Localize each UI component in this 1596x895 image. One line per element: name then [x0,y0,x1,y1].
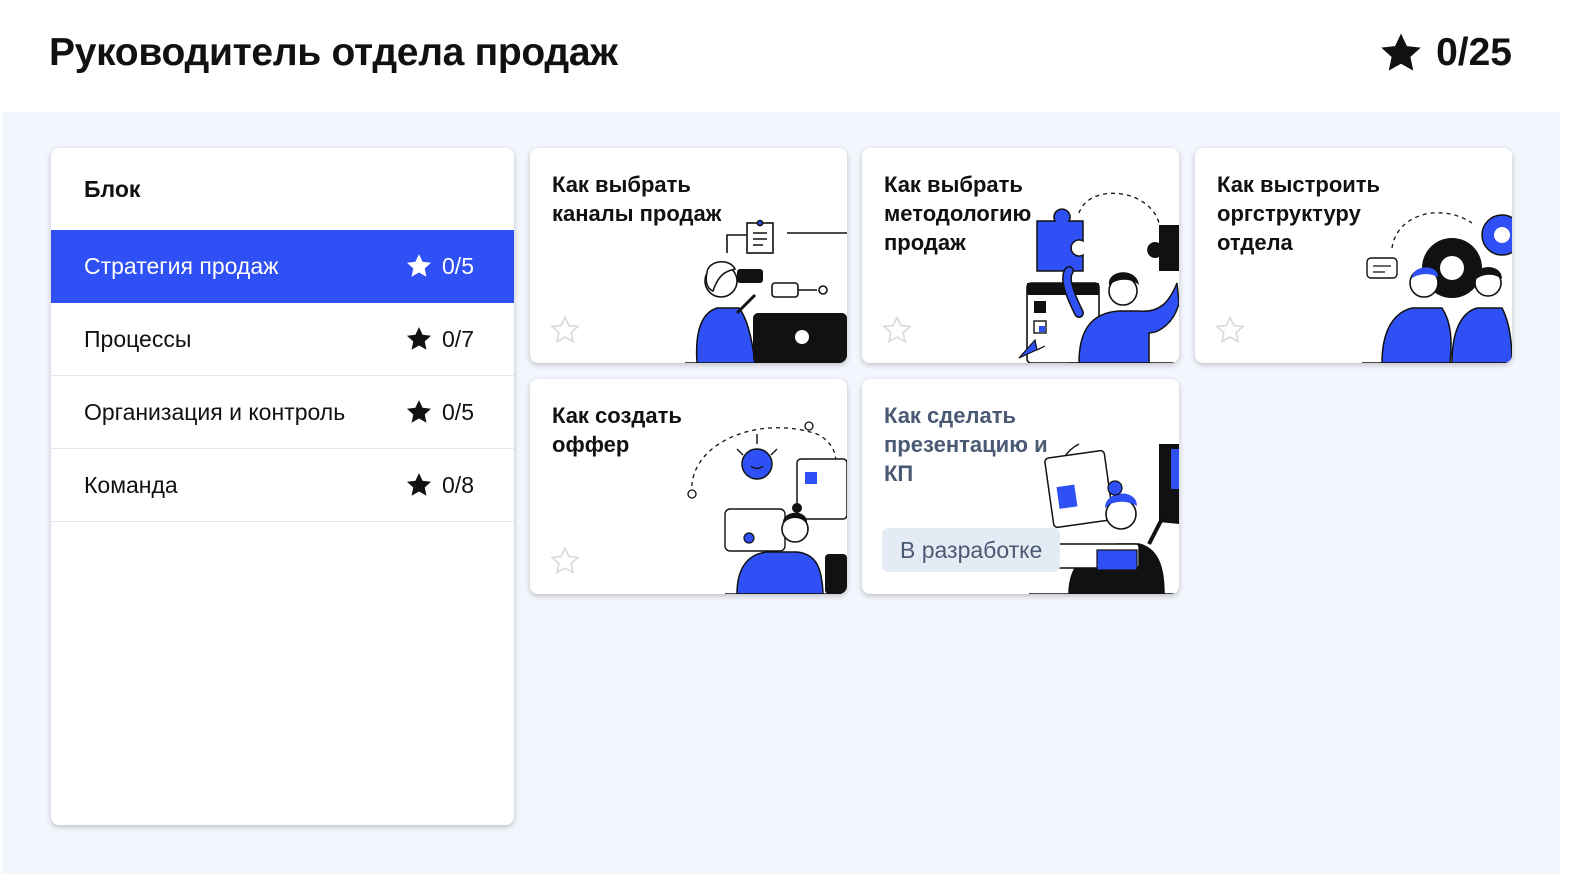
sidebar-item-sales-strategy[interactable]: Стратегия продаж 0/5 [51,230,514,303]
lesson-card-sales-channels[interactable]: Как выбрать каналы продаж [530,148,847,363]
score-value: 0/8 [442,471,474,498]
card-title: Как выбрать методологию продаж [884,172,1032,255]
card-title: Как выбрать каналы продаж [552,172,722,226]
star-icon [406,254,432,277]
star-icon [406,327,432,350]
outline-star-icon[interactable] [550,315,580,345]
sidebar-item-label: Организация и контроль [84,398,346,425]
lesson-card-presentation[interactable]: Как сделать презентацию и КП В разработк… [862,379,1179,594]
sidebar-item-score: 0/8 [405,471,474,499]
card-title: Как выстроить оргструктуру отдела [1217,172,1381,255]
total-progress-value: 0/25 [1436,31,1512,74]
sidebar: Блок Стратегия продаж 0/5 Процессы 0/7 О… [51,148,514,825]
in-development-badge: В разработке [882,528,1061,572]
sidebar-heading: Блок [84,175,141,202]
sidebar-item-team[interactable]: Команда 0/8 [51,449,514,522]
sidebar-item-label: Процессы [84,325,192,352]
sidebar-item-label: Команда [84,471,178,498]
lesson-card-offer[interactable]: Как создать оффер [530,379,847,594]
lesson-card-sales-methodology[interactable]: Как выбрать методологию продаж [862,148,1179,363]
outline-star-icon[interactable] [882,315,912,345]
card-title: Как сделать презентацию и КП [884,403,1048,486]
outline-star-icon[interactable] [1215,315,1245,345]
score-value: 0/5 [442,252,474,279]
sidebar-item-organization-control[interactable]: Организация и контроль 0/5 [51,376,514,449]
card-title: Как создать оффер [552,403,682,457]
sidebar-item-score: 0/5 [405,398,474,426]
sidebar-item-score: 0/5 [405,252,474,280]
score-value: 0/5 [442,398,474,425]
sidebar-item-label: Стратегия продаж [84,252,279,279]
star-icon [406,473,432,496]
star-icon [406,400,432,423]
top-header: Руководитель отдела продаж 0/25 [0,0,1596,112]
sidebar-item-score: 0/7 [405,325,474,353]
score-value: 0/7 [442,325,474,352]
total-progress: 0/25 [1378,30,1512,76]
star-icon [1381,33,1421,71]
sidebar-item-processes[interactable]: Процессы 0/7 [51,303,514,376]
page-title: Руководитель отдела продаж [49,31,618,74]
outline-star-icon[interactable] [550,546,580,576]
lesson-card-org-structure[interactable]: Как выстроить оргструктуру отдела [1195,148,1512,363]
